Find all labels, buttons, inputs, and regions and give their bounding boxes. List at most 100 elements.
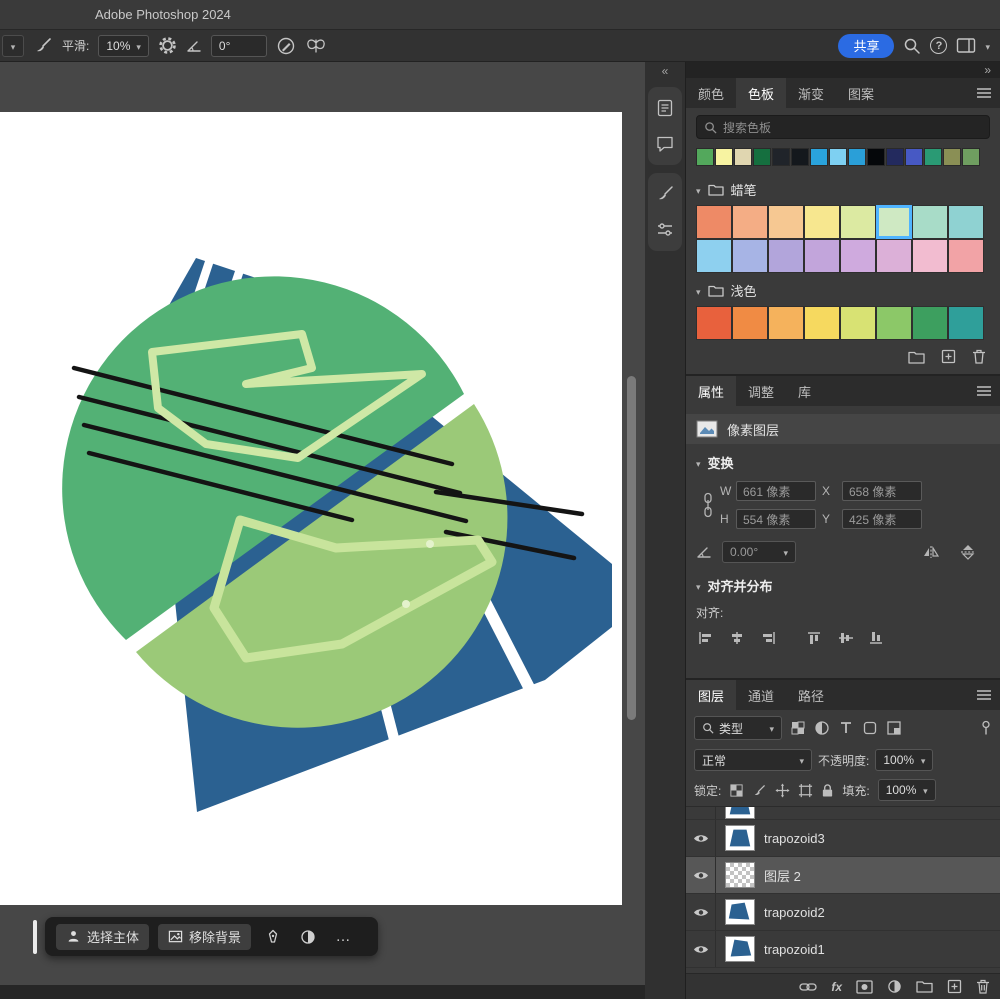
swatch-group-crayon-header[interactable]: 蜡笔 <box>686 172 1000 205</box>
height-field[interactable]: 554 像素 <box>736 509 816 529</box>
tab-properties[interactable]: 属性 <box>686 376 736 406</box>
panel-menu-icon[interactable] <box>968 680 1000 710</box>
brush-angle-field[interactable]: 0° <box>211 35 267 57</box>
workspace-icon[interactable] <box>956 37 976 54</box>
align-right-icon[interactable] <box>760 631 776 645</box>
swatch-search-input[interactable]: 搜索色板 <box>696 115 990 139</box>
new-swatch-icon[interactable] <box>941 349 956 364</box>
swatch[interactable] <box>696 239 732 273</box>
swatch-group-light-header[interactable]: 浅色 <box>686 273 1000 306</box>
flip-horizontal-icon[interactable] <box>922 544 940 560</box>
panel-menu-icon[interactable] <box>968 78 1000 108</box>
layer-row[interactable]: trapozoid3 <box>686 820 1000 857</box>
layer-row[interactable]: trapozoid1 <box>686 931 1000 968</box>
rotate-angle-dropdown[interactable]: 0.00° <box>722 541 796 563</box>
swatch[interactable] <box>948 239 984 273</box>
chevron-down-icon[interactable] <box>985 37 990 55</box>
new-group-icon[interactable] <box>908 350 925 364</box>
swatch[interactable] <box>948 306 984 340</box>
swatch[interactable] <box>840 205 876 239</box>
layer-thumbnail[interactable] <box>725 936 755 962</box>
swatch[interactable] <box>876 205 912 239</box>
filter-shape-icon[interactable] <box>862 720 878 736</box>
swatch[interactable] <box>948 205 984 239</box>
swatch[interactable] <box>768 306 804 340</box>
swatch[interactable] <box>804 306 840 340</box>
filter-adjustment-icon[interactable] <box>814 720 830 736</box>
lock-artboard-icon[interactable] <box>798 783 813 798</box>
swatch[interactable] <box>886 148 904 166</box>
opacity-dropdown[interactable]: 100% <box>875 749 933 771</box>
brush-settings-icon[interactable] <box>655 184 675 204</box>
more-options-button[interactable] <box>330 924 356 950</box>
swatch[interactable] <box>804 205 840 239</box>
mixer-sliders-icon[interactable] <box>655 220 675 240</box>
layer-list[interactable]: trapozoid3 图层 2 <box>686 806 1000 973</box>
tab-swatches[interactable]: 色板 <box>736 78 786 108</box>
blend-mode-dropdown[interactable]: 正常 <box>694 749 812 771</box>
width-field[interactable]: 661 像素 <box>736 481 816 501</box>
symmetry-butterfly-icon[interactable] <box>305 37 327 55</box>
swatch[interactable] <box>924 148 942 166</box>
filter-type-icon[interactable] <box>838 720 854 736</box>
align-middle-icon[interactable] <box>838 631 854 645</box>
swatch[interactable] <box>905 148 923 166</box>
new-layer-icon[interactable] <box>947 979 962 994</box>
layer-thumbnail[interactable] <box>725 825 755 851</box>
help-icon[interactable] <box>930 37 947 54</box>
tab-patterns[interactable]: 图案 <box>836 78 886 108</box>
swatch[interactable] <box>876 239 912 273</box>
remove-background-button[interactable]: 移除背景 <box>158 924 251 950</box>
layer-name[interactable]: trapozoid2 <box>764 905 825 920</box>
swatch[interactable] <box>696 205 732 239</box>
visibility-toggle[interactable] <box>686 894 716 930</box>
vertical-scrollbar[interactable] <box>627 376 636 720</box>
layer-row[interactable]: trapozoid2 <box>686 894 1000 931</box>
comments-icon[interactable] <box>655 134 675 154</box>
brush-settings-gear-icon[interactable] <box>158 36 177 55</box>
swatch[interactable] <box>867 148 885 166</box>
expand-dock-icon[interactable] <box>645 65 685 79</box>
tab-libraries[interactable]: 库 <box>786 376 823 406</box>
layer-name[interactable]: trapozoid3 <box>764 831 825 846</box>
fill-dropdown[interactable]: 100% <box>878 779 936 801</box>
tab-channels[interactable]: 通道 <box>736 680 786 710</box>
add-mask-icon[interactable] <box>856 980 873 994</box>
swatch[interactable] <box>715 148 733 166</box>
layer-thumbnail[interactable] <box>725 899 755 925</box>
context-bar-handle[interactable] <box>33 920 37 954</box>
lock-all-icon[interactable] <box>821 783 834 798</box>
swatch[interactable] <box>962 148 980 166</box>
layer-filter-dropdown[interactable]: 类型 <box>694 716 782 740</box>
visibility-toggle[interactable] <box>686 931 716 967</box>
swatch[interactable] <box>840 239 876 273</box>
layer-effects-button[interactable]: fx <box>831 980 842 994</box>
swatch[interactable] <box>732 306 768 340</box>
link-layers-icon[interactable] <box>799 981 817 993</box>
swatch[interactable] <box>772 148 790 166</box>
layer-row-selected[interactable]: 图层 2 <box>686 857 1000 894</box>
brush-tool-icon[interactable] <box>33 36 53 56</box>
swatch[interactable] <box>804 239 840 273</box>
transform-section-header[interactable]: 变换 <box>686 444 1000 477</box>
delete-swatch-icon[interactable] <box>972 349 986 364</box>
filter-pixel-icon[interactable] <box>790 720 806 736</box>
swatch[interactable] <box>732 239 768 273</box>
swatch[interactable] <box>768 205 804 239</box>
swatch[interactable] <box>734 148 752 166</box>
version-history-icon[interactable] <box>655 98 675 118</box>
new-group-icon[interactable] <box>916 980 933 993</box>
transform-tool-button[interactable] <box>260 924 286 950</box>
layer-row-partial[interactable] <box>686 807 1000 820</box>
swatch[interactable] <box>943 148 961 166</box>
tab-gradients[interactable]: 渐变 <box>786 78 836 108</box>
swatch[interactable] <box>696 306 732 340</box>
layer-name[interactable]: trapozoid1 <box>764 942 825 957</box>
swatch[interactable] <box>753 148 771 166</box>
swatch[interactable] <box>912 306 948 340</box>
link-dimensions-icon[interactable] <box>696 492 720 518</box>
filter-pin-icon[interactable] <box>980 720 992 736</box>
align-top-icon[interactable] <box>807 631 823 645</box>
lock-position-icon[interactable] <box>775 783 790 798</box>
swatch[interactable] <box>912 239 948 273</box>
